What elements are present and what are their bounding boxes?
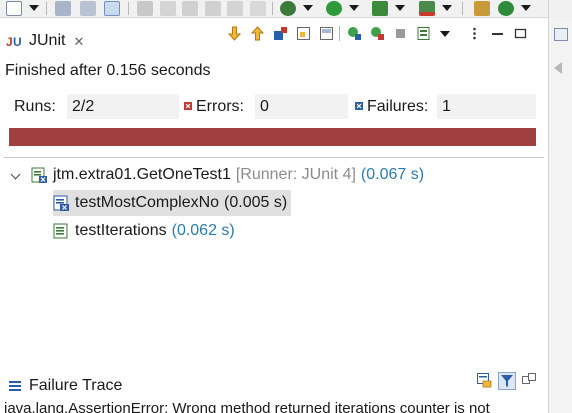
tab-label: JUnit (29, 32, 66, 49)
scroll-lock-icon[interactable] (296, 26, 311, 41)
suite-time: (0.067 s) (360, 166, 425, 183)
skip-breakpoints-icon[interactable] (104, 1, 120, 16)
maximize-icon[interactable] (513, 26, 528, 41)
new-file-icon[interactable] (6, 1, 22, 16)
debug-bug-icon[interactable] (280, 1, 296, 16)
runs-label: Runs: (14, 98, 56, 115)
runs-value: 2/2 (67, 94, 179, 119)
test-tree: jtm.extra01.GetOneTest1 [Runner: JUnit 4… (0, 160, 548, 360)
toolbar-separator (272, 2, 273, 15)
package-explorer-icon[interactable] (554, 28, 568, 41)
run-dropdown-arrow-icon[interactable] (349, 5, 359, 11)
tab-junit[interactable]: J U JUnit ✕ (0, 26, 86, 56)
tree-root-row[interactable]: jtm.extra01.GetOneTest1 [Runner: JUnit 4… (0, 161, 428, 189)
close-icon[interactable]: ✕ (73, 34, 84, 50)
svg-text:J: J (6, 35, 13, 48)
history-dropdown-arrow-icon[interactable] (440, 31, 450, 37)
paragraph-icon[interactable] (250, 1, 266, 16)
right-side-strip (548, 18, 572, 413)
next-failure-icon[interactable] (227, 26, 242, 41)
layout-icon[interactable] (319, 26, 334, 41)
junit-icon: J U (6, 34, 24, 49)
test-counters: Runs: 2/2 Errors: 0 Failures: 1 (5, 93, 537, 121)
previous-failure-icon[interactable] (250, 26, 265, 41)
filter-stack-trace-icon[interactable] (498, 372, 516, 390)
test-time: (0.062 s) (171, 222, 235, 239)
compare-result-icon[interactable] (476, 372, 492, 388)
failure-icon (355, 102, 363, 110)
main-toolbar (0, 0, 548, 18)
failure-trace-toolbar (476, 372, 546, 398)
test-name: testMostComplexNo (75, 194, 220, 211)
toolbar-separator (339, 26, 340, 41)
panel-divider (4, 157, 544, 158)
restore-arrow-icon[interactable] (554, 62, 562, 74)
debug-tool-icon[interactable] (137, 1, 153, 16)
test-case-row[interactable]: testMostComplexNo (0.005 s) (0, 189, 292, 217)
run-status: Finished after 0.156 seconds (5, 62, 211, 79)
rerun-test-icon[interactable] (347, 26, 362, 41)
test-time: (0.005 s) (224, 194, 288, 211)
toolbar-separator (462, 2, 463, 15)
new-dropdown-arrow-icon[interactable] (29, 5, 39, 11)
view-menu-icon[interactable] (467, 26, 482, 41)
run-icon[interactable] (326, 1, 342, 16)
toolbar-separator (46, 2, 47, 15)
progress-fill (9, 128, 536, 146)
test-case-row[interactable]: testIterations (0.062 s) (0, 217, 239, 245)
junit-view-header: J U JUnit ✕ (0, 18, 548, 56)
tool-icon[interactable] (227, 1, 243, 16)
refresh-dropdown-arrow-icon[interactable] (521, 5, 531, 11)
refresh-icon[interactable] (498, 1, 514, 16)
failures-value: 1 (437, 94, 536, 119)
suite-runner: [Runner: JUnit 4] (235, 166, 356, 183)
test-passed-icon (53, 223, 68, 238)
tool-icon[interactable] (205, 1, 221, 16)
suite-name: jtm.extra01.GetOneTest1 (53, 166, 231, 183)
save-all-icon[interactable] (80, 1, 96, 16)
failures-label: Failures: (367, 98, 429, 115)
stop-icon[interactable] (393, 26, 408, 41)
side-strip-top (548, 0, 572, 18)
error-icon (184, 102, 192, 110)
save-icon[interactable] (55, 1, 71, 16)
errors-label: Errors: (196, 98, 244, 115)
failure-trace-header: Failure Trace (0, 372, 548, 400)
external-tools-dropdown-arrow-icon[interactable] (442, 5, 452, 11)
show-failures-only-icon[interactable] (273, 26, 288, 41)
test-run-history-icon[interactable] (416, 26, 431, 41)
failure-trace-title: Failure Trace (29, 377, 123, 394)
external-tools-icon[interactable] (419, 1, 435, 16)
test-suite-failed-icon (31, 167, 47, 183)
coverage-icon[interactable] (372, 1, 388, 16)
rerun-failures-first-icon[interactable] (370, 26, 385, 41)
failure-trace-text[interactable]: java.lang.AssertionError: Wrong method r… (4, 402, 544, 413)
coverage-dropdown-arrow-icon[interactable] (395, 5, 405, 11)
debug-dropdown-arrow-icon[interactable] (303, 5, 313, 11)
chevron-down-icon[interactable] (10, 169, 21, 180)
errors-value: 0 (255, 94, 348, 119)
new-package-icon[interactable] (474, 1, 490, 16)
junit-view-toolbar (225, 22, 545, 44)
stack-trace-icon (9, 381, 21, 391)
toolbar-separator (128, 2, 129, 15)
tool-icon[interactable] (182, 1, 198, 16)
test-name: testIterations (75, 222, 167, 239)
test-failed-icon (53, 195, 69, 211)
minimize-icon[interactable] (490, 26, 505, 41)
copy-trace-icon[interactable] (521, 372, 537, 388)
test-progress-bar (9, 128, 536, 146)
svg-text:U: U (13, 35, 22, 48)
tool-icon[interactable] (160, 1, 176, 16)
